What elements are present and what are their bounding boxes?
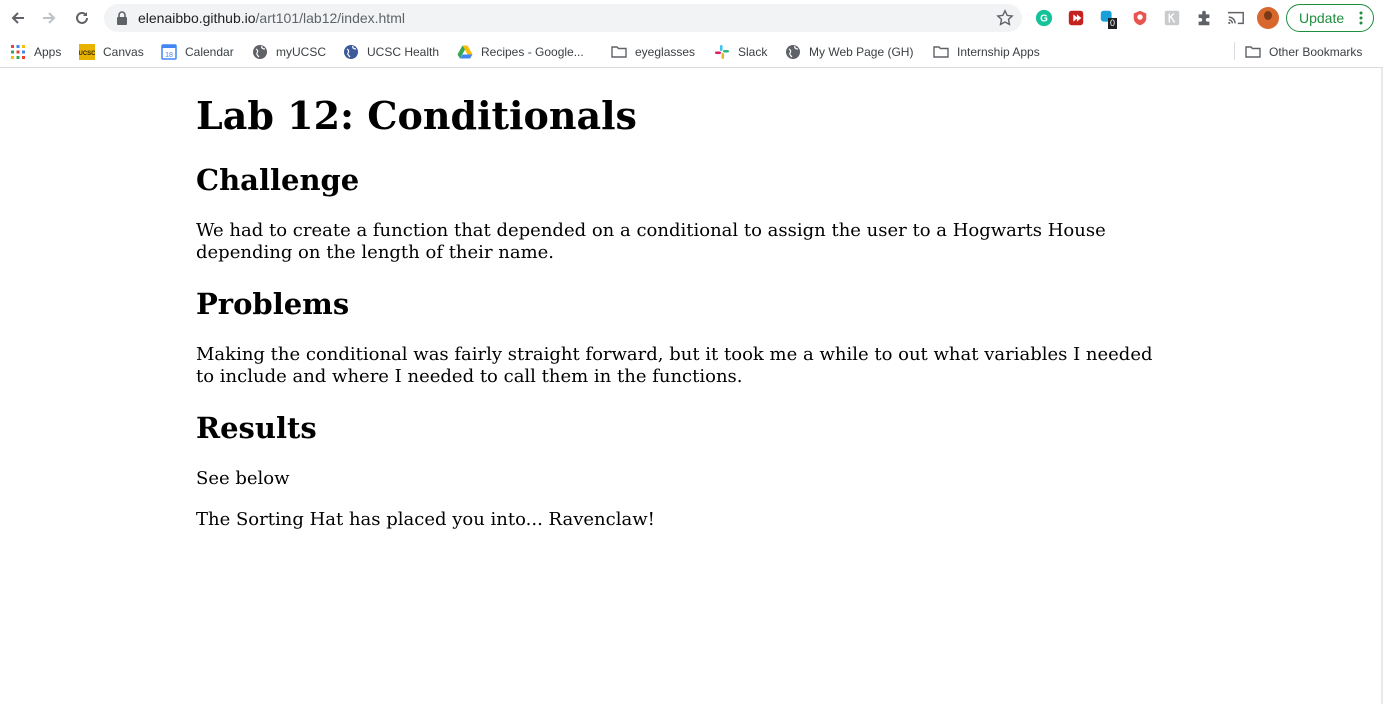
page-title: Lab 12: Conditionals bbox=[196, 93, 637, 138]
browser-toolbar: elenaibbo.github.io/art101/lab12/index.h… bbox=[0, 0, 1383, 36]
bookmark-label: eyeglasses bbox=[635, 45, 696, 59]
bookmark-other-bookmarks[interactable]: Other Bookmarks bbox=[1245, 42, 1362, 62]
other-bookmarks-label: Other Bookmarks bbox=[1269, 45, 1363, 59]
apps-grid-icon bbox=[11, 45, 25, 59]
bookmarks-divider bbox=[1234, 42, 1235, 60]
bookmark-label: Apps bbox=[34, 45, 62, 59]
url-path: /art101/lab12/index.html bbox=[255, 10, 405, 26]
bookmark-slack[interactable]: Slack bbox=[714, 42, 767, 62]
bookmark-recipes[interactable]: Recipes - Google... bbox=[457, 42, 584, 62]
canvas-icon: UCSC bbox=[79, 44, 95, 60]
bookmark-label: UCSC Health bbox=[367, 45, 440, 59]
bookmark-label: Calendar bbox=[185, 45, 234, 59]
url-text: elenaibbo.github.io/art101/lab12/index.h… bbox=[138, 10, 405, 26]
profile-avatar[interactable] bbox=[1257, 7, 1279, 29]
svg-text:G: G bbox=[1040, 14, 1048, 25]
bookmark-folder-internship-apps[interactable]: Internship Apps bbox=[933, 42, 1040, 62]
back-button[interactable] bbox=[6, 6, 30, 30]
bookmark-canvas[interactable]: UCSC Canvas bbox=[79, 42, 144, 62]
results-heading: Results bbox=[196, 411, 317, 445]
bookmark-apps[interactable]: Apps bbox=[10, 42, 61, 62]
bookmark-label: Canvas bbox=[103, 45, 144, 59]
puzzle-extensions-icon[interactable] bbox=[1194, 8, 1214, 28]
badge-extension-icon[interactable]: 0 bbox=[1098, 8, 1118, 29]
svg-text:UCSC: UCSC bbox=[79, 51, 95, 57]
bookmark-label: Internship Apps bbox=[957, 45, 1040, 59]
shield-extension-icon[interactable] bbox=[1130, 8, 1150, 28]
challenge-text: We had to create a function that depende… bbox=[196, 220, 1106, 263]
folder-icon bbox=[611, 46, 627, 58]
grammarly-extension-icon[interactable]: G bbox=[1034, 8, 1054, 28]
update-button[interactable]: Update bbox=[1286, 4, 1374, 32]
challenge-heading: Challenge bbox=[196, 163, 360, 197]
bookmark-label: Slack bbox=[738, 45, 768, 59]
problems-heading: Problems bbox=[196, 287, 350, 321]
more-vertical-icon bbox=[1359, 11, 1363, 25]
bookmark-calendar[interactable]: 18 Calendar bbox=[161, 42, 234, 62]
bookmark-star-icon[interactable] bbox=[996, 9, 1014, 27]
google-drive-icon bbox=[457, 45, 473, 59]
address-bar[interactable]: elenaibbo.github.io/art101/lab12/index.h… bbox=[104, 4, 1022, 32]
update-button-label: Update bbox=[1299, 10, 1345, 26]
results-text: See below bbox=[196, 468, 290, 489]
globe-icon bbox=[253, 45, 267, 59]
reload-button[interactable] bbox=[70, 6, 94, 30]
problems-text: Making the conditional was fairly straig… bbox=[196, 344, 1153, 387]
bookmark-myucsc[interactable]: myUCSC bbox=[252, 42, 326, 62]
globe-icon bbox=[344, 45, 358, 59]
video-extension-icon[interactable] bbox=[1066, 8, 1086, 28]
bookmark-label: My Web Page (GH) bbox=[809, 45, 914, 59]
slack-icon bbox=[715, 45, 729, 59]
back-arrow-icon bbox=[11, 12, 24, 24]
forward-button[interactable] bbox=[37, 6, 61, 30]
extension-badge-count: 0 bbox=[1108, 18, 1118, 29]
reload-icon bbox=[76, 11, 88, 24]
folder-icon bbox=[1245, 46, 1261, 58]
globe-icon bbox=[786, 45, 800, 59]
bookmarks-bar: Apps UCSC Canvas 18 Calendar myUCSC UCSC… bbox=[0, 36, 1383, 68]
url-host: elenaibbo.github.io bbox=[138, 10, 256, 26]
sorting-output: The Sorting Hat has placed you into... R… bbox=[196, 509, 655, 530]
svg-text:18: 18 bbox=[165, 52, 173, 59]
cast-icon[interactable] bbox=[1226, 8, 1246, 28]
forward-arrow-icon bbox=[43, 12, 56, 24]
grey-extension-icon[interactable] bbox=[1162, 8, 1182, 28]
bookmark-label: myUCSC bbox=[276, 45, 326, 59]
bookmark-ucsc-health[interactable]: UCSC Health bbox=[343, 42, 439, 62]
bookmark-folder-eyeglasses[interactable]: eyeglasses bbox=[611, 42, 695, 62]
calendar-icon: 18 bbox=[161, 44, 177, 60]
bookmark-label: Recipes - Google... bbox=[481, 45, 584, 59]
folder-icon bbox=[933, 46, 949, 58]
bookmark-my-web-page[interactable]: My Web Page (GH) bbox=[785, 42, 913, 62]
lock-icon bbox=[117, 11, 127, 25]
